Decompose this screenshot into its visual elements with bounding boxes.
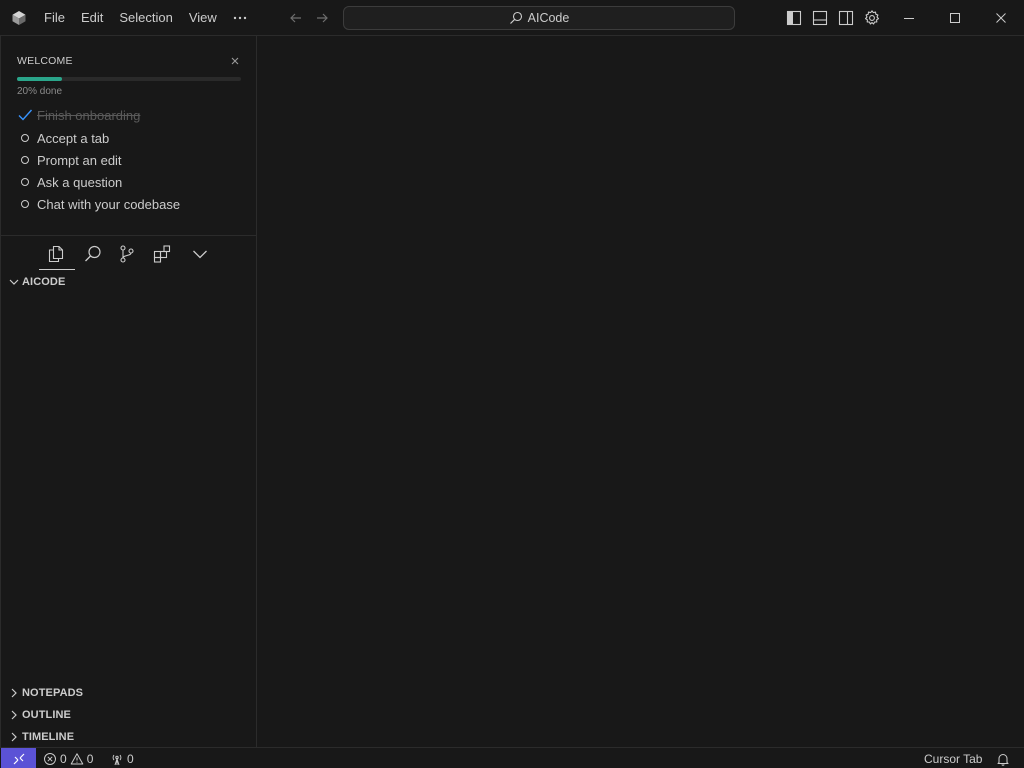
maximize-icon: [950, 13, 960, 23]
minimize-icon: [904, 18, 914, 19]
title-bar: File Edit Selection View AICode: [0, 0, 1024, 36]
task-prompt-edit[interactable]: Prompt an edit: [17, 150, 122, 170]
welcome-close-icon[interactable]: [229, 55, 241, 67]
extensions-icon: [153, 245, 171, 263]
error-icon: [44, 752, 56, 765]
remote-indicator-button[interactable]: [1, 748, 36, 768]
problems-indicator[interactable]: 0 0: [43, 748, 93, 768]
notepads-section-header[interactable]: NOTEPADS: [1, 682, 257, 704]
chevron-right-icon: [11, 688, 17, 698]
circle-icon: [21, 156, 29, 164]
task-label: Finish onboarding: [37, 107, 141, 123]
task-finish-onboarding[interactable]: Finish onboarding: [17, 105, 140, 125]
toggle-secondary-sidebar-icon[interactable]: [837, 9, 855, 27]
chevron-right-icon: [11, 710, 17, 720]
settings-gear-icon[interactable]: [863, 9, 881, 27]
menu-view[interactable]: View: [181, 6, 225, 30]
timeline-section-header[interactable]: TIMELINE: [1, 726, 257, 748]
command-center-search[interactable]: AICode: [343, 6, 735, 30]
search-icon: [85, 245, 101, 262]
menu-selection[interactable]: Selection: [111, 6, 180, 30]
ports-count: 0: [127, 751, 134, 766]
menu-file[interactable]: File: [36, 6, 73, 30]
task-ask-question[interactable]: Ask a question: [17, 172, 122, 192]
tab-search[interactable]: [80, 242, 106, 266]
editor-area[interactable]: [257, 36, 1024, 747]
close-window-button[interactable]: [978, 0, 1024, 36]
toggle-primary-sidebar-icon[interactable]: [785, 9, 803, 27]
timeline-title: TIMELINE: [22, 731, 75, 743]
menu-bar: File Edit Selection View: [36, 0, 225, 36]
cursor-logo-icon: [12, 11, 26, 25]
tab-source-control[interactable]: [114, 242, 140, 266]
ports-indicator[interactable]: 0: [110, 748, 134, 768]
status-bar: 0 0 0 Cursor Tab: [0, 747, 1024, 768]
task-label: Ask a question: [37, 174, 123, 190]
remote-icon: [13, 753, 24, 764]
folder-name: AICODE: [22, 276, 66, 288]
outline-title: OUTLINE: [22, 709, 71, 721]
minimize-button[interactable]: [886, 0, 932, 36]
bell-icon: [997, 753, 1009, 766]
source-control-icon: [120, 245, 134, 263]
progress-text: 20% done: [17, 86, 63, 97]
task-label: Prompt an edit: [37, 152, 122, 168]
checkmark-icon: [18, 109, 33, 121]
tab-more-views[interactable]: [187, 242, 213, 266]
outline-section-header[interactable]: OUTLINE: [1, 704, 257, 726]
notifications-button[interactable]: [996, 748, 1010, 768]
search-label: AICode: [527, 11, 570, 25]
broadcast-icon: [112, 754, 122, 765]
welcome-panel: WELCOME 20% done Finish onboarding Accep…: [1, 36, 257, 236]
search-icon: [509, 11, 522, 24]
task-label: Chat with your codebase: [37, 196, 181, 212]
circle-icon: [21, 134, 29, 142]
onboarding-progress-bar: [17, 77, 241, 81]
tab-explorer[interactable]: [43, 242, 69, 266]
explorer-folder-header[interactable]: AICODE: [1, 271, 257, 293]
circle-icon: [21, 200, 29, 208]
tab-extensions[interactable]: [149, 242, 175, 266]
forward-arrow-icon[interactable]: [313, 9, 331, 27]
notepads-title: NOTEPADS: [22, 687, 84, 699]
cursor-tab-label: Cursor Tab: [924, 751, 983, 766]
maximize-button[interactable]: [932, 0, 978, 36]
warning-count: 0: [86, 751, 94, 766]
menu-edit[interactable]: Edit: [73, 6, 111, 30]
warning-icon: [70, 752, 83, 764]
toggle-panel-icon[interactable]: [811, 9, 829, 27]
files-icon: [48, 245, 64, 263]
circle-icon: [21, 178, 29, 186]
chevron-down-icon: [193, 250, 207, 259]
task-label: Accept a tab: [37, 130, 110, 146]
task-accept-tab[interactable]: Accept a tab: [17, 128, 109, 148]
task-chat-codebase[interactable]: Chat with your codebase: [17, 194, 180, 214]
onboarding-progress-fill: [17, 77, 62, 81]
activity-tabs: [1, 236, 257, 272]
close-icon: [996, 13, 1006, 23]
error-count: 0: [60, 751, 67, 766]
chevron-down-icon: [9, 279, 19, 285]
cursor-tab-status[interactable]: Cursor Tab: [924, 748, 982, 768]
welcome-title: WELCOME: [17, 55, 73, 67]
back-arrow-icon[interactable]: [287, 9, 305, 27]
more-menu-icon[interactable]: [229, 8, 251, 28]
chevron-right-icon: [11, 732, 17, 742]
primary-sidebar: WELCOME 20% done Finish onboarding Accep…: [0, 36, 257, 747]
active-tab-indicator: [39, 269, 75, 270]
